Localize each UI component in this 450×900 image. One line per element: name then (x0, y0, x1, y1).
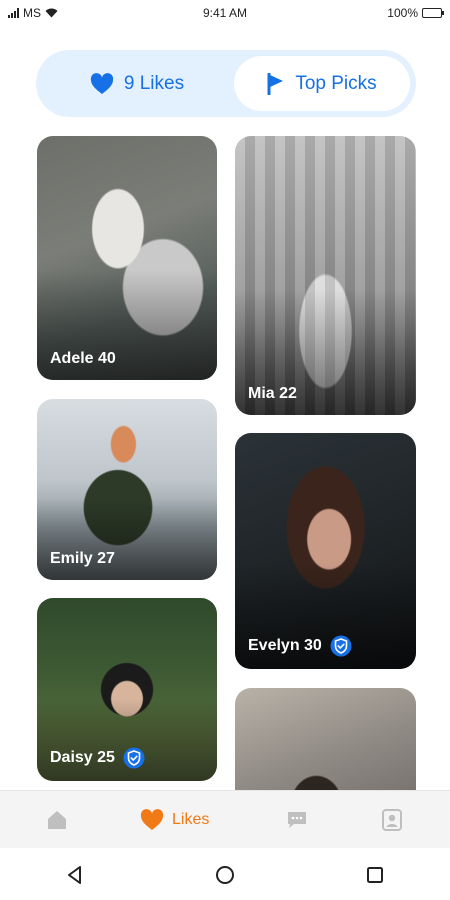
clock: 9:41 AM (202, 6, 248, 20)
profile-label: Adele 40 (50, 350, 116, 368)
profile-label: Daisy 25 (50, 747, 145, 769)
heart-icon (140, 809, 164, 830)
profile-name-age: Emily 27 (50, 550, 115, 567)
profile-card-daisy[interactable]: Daisy 25 (37, 598, 217, 781)
tab-likes[interactable]: 9 Likes (42, 56, 232, 111)
system-nav-bar (0, 848, 450, 900)
back-icon[interactable] (64, 864, 86, 886)
heart-icon (90, 72, 114, 94)
profile-label: Emily 27 (50, 550, 115, 568)
home-circle-icon[interactable] (214, 864, 236, 886)
profile-card-evelyn[interactable]: Evelyn 30 (235, 433, 416, 669)
nav-likes[interactable]: Likes (140, 805, 209, 835)
tab-top-picks[interactable]: Top Picks (234, 56, 410, 111)
chat-icon (288, 812, 306, 828)
profile-card-emily[interactable]: Emily 27 (37, 399, 217, 580)
nav-home[interactable] (45, 805, 69, 835)
tab-likes-label: 9 Likes (123, 72, 185, 94)
profile-label: Evelyn 30 (248, 635, 352, 657)
battery-percent: 100% (387, 6, 418, 20)
status-right: 100% (387, 6, 444, 20)
profile-card-mia[interactable]: Mia 22 (235, 136, 416, 415)
flag-icon (267, 72, 284, 95)
profile-name-age: Adele 40 (50, 350, 116, 367)
profile-name-age: Mia 22 (248, 385, 297, 402)
recents-icon[interactable] (364, 864, 386, 886)
profile-name-age: Daisy 25 (50, 749, 115, 766)
tab-top-picks-label: Top Picks (295, 72, 377, 94)
nav-chat[interactable] (285, 805, 309, 835)
profile-card-adele[interactable]: Adele 40 (37, 136, 217, 380)
likes-tab-switcher: 9 Likes Top Picks (36, 50, 416, 117)
bottom-nav: Likes (0, 790, 450, 848)
battery-icon (422, 8, 444, 18)
verified-badge-icon (330, 635, 352, 657)
profile-label: Mia 22 (248, 385, 297, 403)
home-icon (48, 811, 66, 829)
nav-profile[interactable] (380, 805, 404, 835)
profile-name-age: Evelyn 30 (248, 637, 322, 654)
verified-badge-icon (123, 747, 145, 769)
nav-likes-label: Likes (172, 811, 210, 828)
profile-icon (382, 809, 402, 831)
status-bar: MS 9:41 AM 100% (0, 0, 450, 28)
